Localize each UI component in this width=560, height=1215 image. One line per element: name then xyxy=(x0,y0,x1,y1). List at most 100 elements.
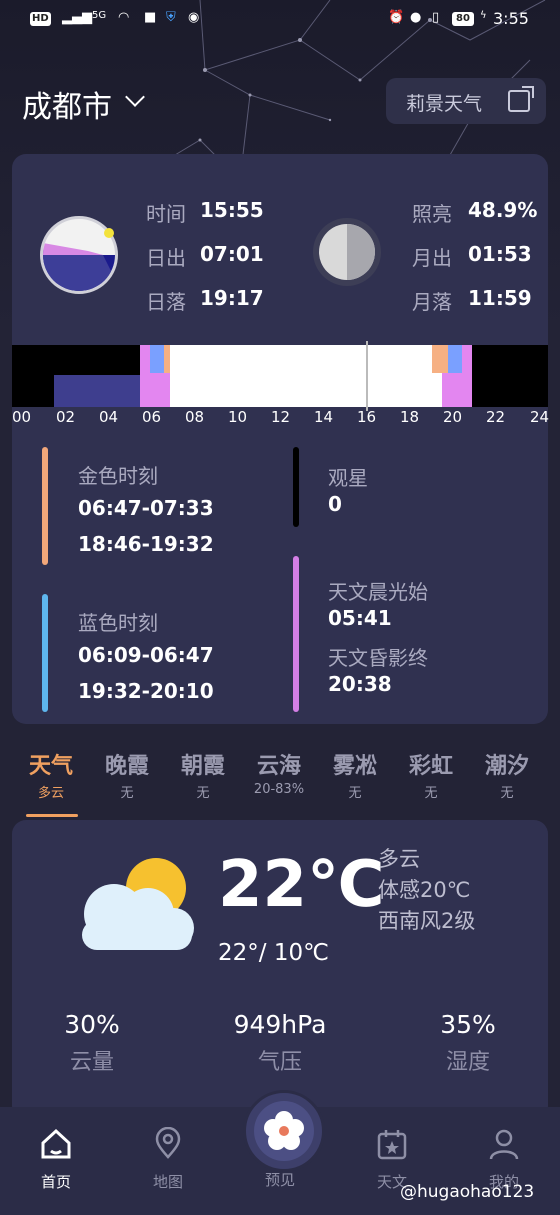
hour-tick: 12 xyxy=(271,408,291,426)
stargazing-label: 观星 xyxy=(328,466,368,490)
nav-label: 地图 xyxy=(152,1173,183,1191)
status-bar: HD ▂▄▆ 5G ◠ ■ ⛨ ◉ ⏰ ● ▯ 80 ϟ 3:55 xyxy=(0,0,560,42)
share-icon xyxy=(508,86,534,112)
user-icon xyxy=(487,1127,521,1161)
location-icon: ● xyxy=(410,10,422,25)
astro-dawn-value: 05:41 xyxy=(328,606,392,630)
tab-subtitle: 无 xyxy=(500,786,514,801)
tab-title: 云海 xyxy=(256,754,301,779)
clock-time: 3:55 xyxy=(493,9,529,28)
home-icon xyxy=(39,1127,73,1161)
golden-hour-bar xyxy=(42,447,48,565)
golden-hour-evening: 18:46-19:32 xyxy=(78,532,214,556)
golden-hour-morning: 06:47-07:33 xyxy=(78,496,214,520)
center-forecast-button[interactable] xyxy=(243,1090,325,1172)
network-label: 5G xyxy=(92,10,107,21)
flower-icon xyxy=(254,1101,314,1161)
hour-tick: 22 xyxy=(486,408,506,426)
cloud-cover-label: 云量 xyxy=(69,1050,114,1075)
hour-tick: 02 xyxy=(56,408,76,426)
astro-dawn-label: 天文晨光始 xyxy=(328,580,428,604)
hd-indicator: HD xyxy=(30,12,51,26)
wind-info: 西南风2级 xyxy=(378,909,476,933)
nav-map[interactable]: 地图 xyxy=(118,1126,218,1192)
user-status-icon: ◉ xyxy=(188,10,200,25)
battery-icon: 80 xyxy=(452,10,474,26)
nav-home[interactable]: 首页 xyxy=(6,1127,106,1192)
humidity-label: 湿度 xyxy=(445,1050,490,1075)
hour-tick: 08 xyxy=(185,408,205,426)
tab-title: 天气 xyxy=(28,754,73,779)
blue-hour-bar xyxy=(42,594,48,712)
tab-cloud-sea[interactable]: 云海 20-83% xyxy=(244,748,314,797)
weather-condition: 多云 xyxy=(378,847,420,871)
timeline-now-marker xyxy=(366,341,368,411)
tab-subtitle: 多云 xyxy=(37,786,64,801)
hour-tick: 06 xyxy=(142,408,162,426)
moonrise-value: 01:53 xyxy=(468,242,532,266)
timeline-golden-evening xyxy=(432,345,448,373)
humidity-value: 35% xyxy=(440,1010,496,1039)
tab-rainbow[interactable]: 彩虹 无 xyxy=(396,748,466,801)
sunrise-value: 07:01 xyxy=(200,242,264,266)
stargazing-bar xyxy=(293,447,299,527)
vibrate-icon: ▯ xyxy=(432,10,440,25)
moonset-label: 月落 xyxy=(412,290,452,314)
calendar-star-icon xyxy=(375,1127,409,1161)
tab-tide[interactable]: 潮汐 无 xyxy=(472,748,542,801)
timeline-day-segment xyxy=(170,345,442,407)
sunset-label: 日落 xyxy=(146,290,186,314)
hour-tick: 04 xyxy=(99,408,119,426)
moon-phase-icon xyxy=(313,218,381,286)
tab-weather[interactable]: 天气 多云 xyxy=(16,748,86,801)
temperature-range: 22°/ 10℃ xyxy=(218,940,329,966)
tab-subtitle: 无 xyxy=(120,786,134,801)
brand-share-button[interactable]: 莉景天气 xyxy=(386,78,546,124)
pressure-label: 气压 xyxy=(257,1050,302,1075)
blue-hour-evening: 19:32-20:10 xyxy=(78,679,214,703)
watermark: @hugaohao123 xyxy=(400,1182,535,1202)
cloud-cover-value: 30% xyxy=(64,1010,120,1039)
sunrise-label: 日出 xyxy=(146,246,186,270)
tab-sunset-glow[interactable]: 晚霞 无 xyxy=(92,748,162,801)
tab-title: 晚霞 xyxy=(104,754,149,779)
timeline-blue-evening xyxy=(448,345,462,373)
charging-icon: ϟ xyxy=(480,10,487,21)
daylight-timeline xyxy=(12,341,548,411)
city-name[interactable]: 成都市 xyxy=(22,82,112,126)
hour-tick: 00 xyxy=(12,408,32,426)
stargazing-value: 0 xyxy=(328,492,342,516)
blue-hour-label: 蓝色时刻 xyxy=(78,611,158,635)
astro-dusk-value: 20:38 xyxy=(328,672,392,696)
partly-cloudy-icon xyxy=(70,856,200,956)
astro-dusk-label: 天文昏影终 xyxy=(328,646,428,670)
time-value: 15:55 xyxy=(200,198,264,222)
moonrise-label: 月出 xyxy=(412,246,452,270)
tab-title: 潮汐 xyxy=(484,754,529,779)
tab-title: 朝霞 xyxy=(180,754,225,779)
alarm-icon: ⏰ xyxy=(388,10,405,25)
blue-hour-morning: 06:09-06:47 xyxy=(78,643,214,667)
feels-like: 体感20℃ xyxy=(378,878,471,902)
signal-icon: ▂▄▆ xyxy=(62,10,92,25)
shield-icon: ⛨ xyxy=(166,10,176,25)
time-label: 时间 xyxy=(146,202,186,226)
brand-button-label: 莉景天气 xyxy=(406,93,483,115)
tab-rime[interactable]: 雾凇 无 xyxy=(320,748,390,801)
timeline-deep-segment xyxy=(54,375,140,407)
active-tab-indicator xyxy=(26,814,78,817)
astro-twilight-bar xyxy=(293,556,299,712)
tab-sunrise-glow[interactable]: 朝霞 无 xyxy=(168,748,238,801)
pressure-value: 949hPa xyxy=(233,1010,327,1039)
sun-marker xyxy=(104,228,114,238)
moonset-value: 11:59 xyxy=(468,286,532,310)
hour-tick: 24 xyxy=(530,408,550,426)
illumination-value: 48.9% xyxy=(468,198,538,222)
hour-tick: 18 xyxy=(400,408,420,426)
map-pin-icon xyxy=(151,1126,185,1161)
hour-tick: 10 xyxy=(228,408,248,426)
wifi-icon: ◠ xyxy=(118,10,130,25)
tab-subtitle: 无 xyxy=(348,786,362,801)
sunset-value: 19:17 xyxy=(200,286,264,310)
golden-hour-label: 金色时刻 xyxy=(78,464,158,488)
